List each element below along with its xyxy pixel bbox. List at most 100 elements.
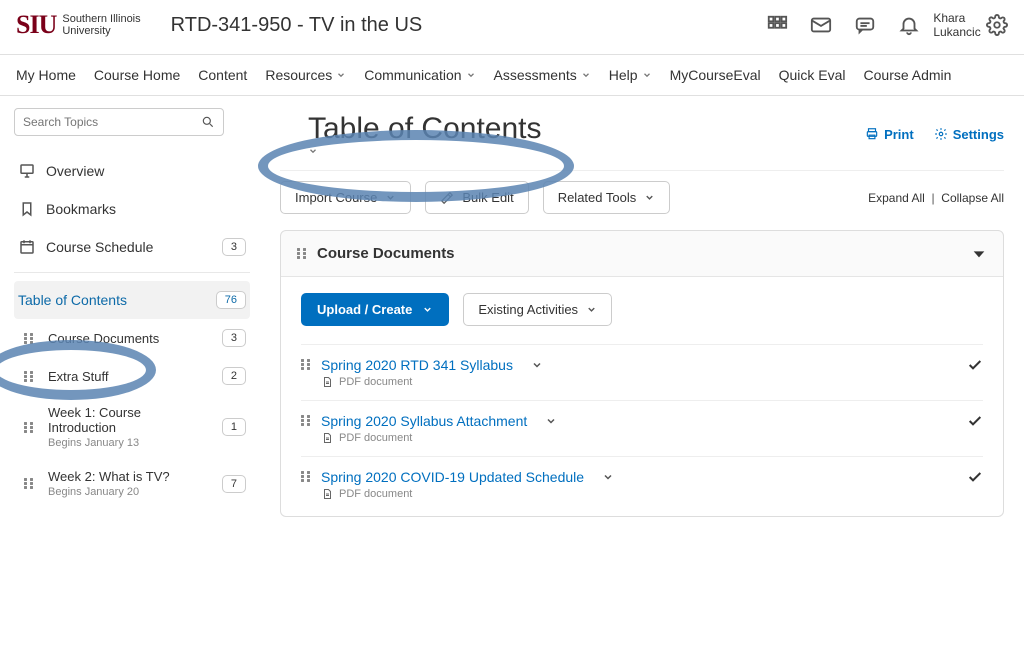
drag-handle-icon[interactable] [297, 248, 307, 259]
main-content: Table of Contents Print Settings Import … [260, 96, 1024, 537]
count-badge: 7 [222, 475, 246, 493]
print-button[interactable]: Print [865, 127, 914, 142]
expand-collapse: Expand All | Collapse All [868, 191, 1004, 205]
nav-item-communication[interactable]: Communication [364, 67, 475, 83]
document-link[interactable]: Spring 2020 Syllabus Attachment [321, 413, 557, 429]
document-link[interactable]: Spring 2020 COVID-19 Updated Schedule [321, 469, 614, 485]
nav-item-content[interactable]: Content [198, 67, 247, 83]
bulk-edit-button[interactable]: Bulk Edit [425, 181, 528, 214]
user-name: Khara Lukancic [933, 11, 980, 39]
module-header[interactable]: Course Documents [281, 231, 1003, 277]
toolbar: Import Course Bulk Edit Related Tools Ex… [280, 170, 1004, 230]
apps-icon[interactable] [766, 14, 788, 36]
upload-create-button[interactable]: Upload / Create [301, 293, 449, 326]
drag-handle-icon[interactable] [20, 418, 38, 436]
nav-item-course-home[interactable]: Course Home [94, 67, 180, 83]
count-badge: 3 [222, 329, 246, 347]
settings-button[interactable]: Settings [934, 127, 1004, 142]
document-row: Spring 2020 Syllabus Attachment PDF docum… [301, 400, 983, 456]
drag-handle-icon[interactable] [301, 359, 311, 370]
document-row: Spring 2020 RTD 341 Syllabus PDF document [301, 344, 983, 400]
count-badge: 2 [222, 367, 246, 385]
checkmark-icon [967, 413, 983, 429]
sidebar-item-toc[interactable]: Table of Contents 76 [14, 281, 250, 319]
search-icon[interactable] [201, 115, 215, 129]
expand-all-button[interactable]: Expand All [868, 191, 925, 205]
sidebar-item-label: Extra Stuff [48, 369, 212, 384]
mail-icon[interactable] [810, 14, 832, 36]
sidebar-item-schedule[interactable]: Course Schedule 3 [14, 228, 250, 266]
nav-item-course-admin[interactable]: Course Admin [864, 67, 952, 83]
module-title: Course Documents [317, 245, 455, 262]
sidebar-item-label: Week 2: What is TV? [48, 469, 212, 484]
drag-handle-icon[interactable] [20, 329, 38, 347]
drag-handle-icon[interactable] [301, 415, 311, 426]
sidebar-item-label: Course Documents [48, 331, 212, 346]
sidebar: Overview Bookmarks Course Schedule 3 Tab… [0, 96, 260, 537]
chevron-down-icon[interactable] [545, 415, 557, 427]
user-menu[interactable]: Khara Lukancic [942, 14, 964, 36]
checkmark-icon [967, 357, 983, 373]
org-name: Southern IllinoisUniversity [62, 13, 140, 37]
bell-icon[interactable] [898, 14, 920, 36]
module-course-documents: Course Documents Upload / Create Existin… [280, 230, 1004, 517]
nav-item-mycourseeval[interactable]: MyCourseEval [670, 67, 761, 83]
chevron-down-icon [581, 70, 591, 80]
drag-handle-icon[interactable] [301, 471, 311, 482]
sidebar-item-label: Table of Contents [18, 292, 206, 308]
nav-item-help[interactable]: Help [609, 67, 652, 83]
bookmark-icon [18, 200, 36, 218]
nav-item-quick-eval[interactable]: Quick Eval [779, 67, 846, 83]
document-meta: PDF document [321, 432, 957, 444]
collapse-icon[interactable] [971, 246, 987, 262]
existing-activities-button[interactable]: Existing Activities [463, 293, 612, 326]
sidebar-item-extra-stuff[interactable]: Extra Stuff 2 [16, 357, 250, 395]
course-title[interactable]: RTD-341-950 - TV in the US [171, 14, 766, 37]
sidebar-item-label: Week 1: Course Introduction [48, 405, 212, 435]
drag-handle-icon[interactable] [20, 367, 38, 385]
header-icon-group: Khara Lukancic [766, 14, 1008, 36]
chevron-down-icon[interactable] [602, 471, 614, 483]
page-title[interactable]: Table of Contents [280, 108, 575, 160]
collapse-all-button[interactable]: Collapse All [941, 191, 1004, 205]
search-input[interactable] [23, 115, 201, 129]
document-row: Spring 2020 COVID-19 Updated Schedule PDF… [301, 456, 983, 512]
sidebar-item-week-1-course-introduction[interactable]: Week 1: Course Introduction Begins Januar… [16, 395, 250, 459]
count-badge: 76 [216, 291, 246, 309]
search-topics[interactable] [14, 108, 224, 136]
calendar-icon [18, 238, 36, 256]
overview-icon [18, 162, 36, 180]
checkmark-icon [967, 469, 983, 485]
nav-item-resources[interactable]: Resources [265, 67, 346, 83]
org-abbrev: SIU [16, 10, 56, 40]
sidebar-item-overview[interactable]: Overview [14, 152, 250, 190]
chevron-down-icon [466, 70, 476, 80]
sidebar-item-bookmarks[interactable]: Bookmarks [14, 190, 250, 228]
document-meta: PDF document [321, 488, 957, 500]
import-course-button[interactable]: Import Course [280, 181, 411, 214]
sidebar-item-course-documents[interactable]: Course Documents 3 [16, 319, 250, 357]
sidebar-item-subtitle: Begins January 20 [48, 486, 212, 498]
chevron-down-icon[interactable] [531, 359, 543, 371]
count-badge: 3 [222, 238, 246, 256]
sidebar-item-week-2-what-is-tv-[interactable]: Week 2: What is TV? Begins January 20 7 [16, 459, 250, 508]
chevron-down-icon [336, 70, 346, 80]
sidebar-item-label: Bookmarks [46, 201, 246, 217]
drag-handle-icon[interactable] [20, 475, 38, 493]
sidebar-item-subtitle: Begins January 13 [48, 437, 212, 449]
org-logo[interactable]: SIU Southern IllinoisUniversity [16, 10, 141, 40]
chevron-down-icon [308, 146, 547, 156]
count-badge: 1 [222, 418, 246, 436]
document-link[interactable]: Spring 2020 RTD 341 Syllabus [321, 357, 543, 373]
header: SIU Southern IllinoisUniversity RTD-341-… [0, 0, 1024, 55]
sidebar-item-label: Overview [46, 163, 246, 179]
sidebar-item-label: Course Schedule [46, 239, 212, 255]
nav-item-assessments[interactable]: Assessments [494, 67, 591, 83]
related-tools-button[interactable]: Related Tools [543, 181, 671, 214]
nav-item-my-home[interactable]: My Home [16, 67, 76, 83]
document-meta: PDF document [321, 376, 957, 388]
chat-icon[interactable] [854, 14, 876, 36]
gear-icon[interactable] [986, 14, 1008, 36]
main-nav: My Home Course Home Content Resources Commun… [0, 55, 1024, 96]
chevron-down-icon [642, 70, 652, 80]
